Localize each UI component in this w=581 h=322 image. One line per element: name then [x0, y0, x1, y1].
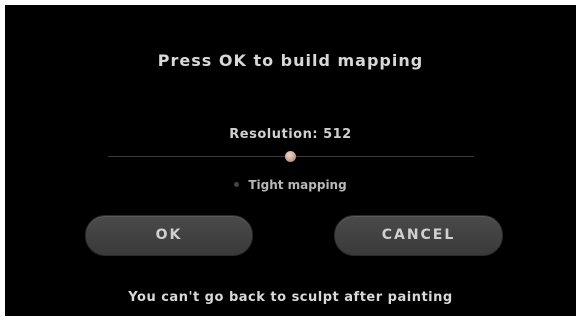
warning-text: You can't go back to sculpt after painti… — [128, 290, 453, 305]
resolution-slider-thumb[interactable] — [285, 151, 296, 162]
cancel-button[interactable]: CANCEL — [334, 215, 503, 256]
ok-button[interactable]: OK — [85, 215, 253, 256]
build-mapping-dialog: Press OK to build mapping Resolution: 51… — [5, 5, 576, 316]
resolution-label: Resolution: 512 — [229, 127, 352, 142]
checkbox-dot-icon[interactable] — [234, 182, 240, 187]
tight-mapping-toggle[interactable]: Tight mapping — [5, 178, 576, 192]
dialog-title: Press OK to build mapping — [157, 51, 424, 70]
tight-mapping-label: Tight mapping — [248, 178, 347, 192]
